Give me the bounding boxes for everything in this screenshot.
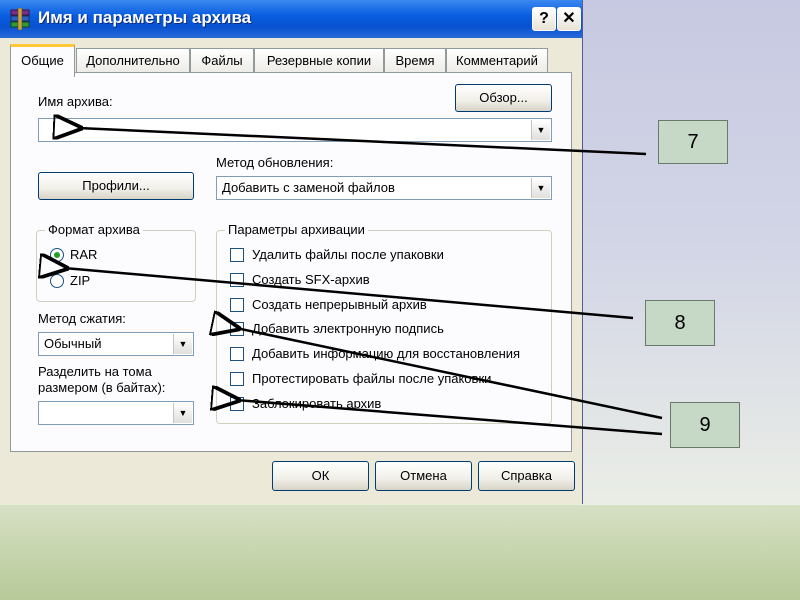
slide-background-bottom xyxy=(0,505,800,600)
radio-zip[interactable] xyxy=(50,274,64,288)
chevron-down-icon[interactable]: ▼ xyxy=(531,178,550,198)
chevron-down-icon[interactable]: ▼ xyxy=(531,120,550,140)
update-method-label: Метод обновления: xyxy=(216,155,334,170)
radio-zip-label: ZIP xyxy=(70,273,91,288)
radio-rar-label: RAR xyxy=(70,247,98,262)
winrar-app-icon xyxy=(10,8,30,30)
checkbox-digital-signature-label: Добавить электронную подпись xyxy=(252,321,444,336)
update-method-value: Добавить с заменой файлов xyxy=(222,180,395,195)
update-method-select[interactable]: Добавить с заменой файлов ▼ xyxy=(216,176,552,200)
title-bar: Имя и параметры архива ? ✕ xyxy=(0,0,582,38)
archive-name-combo[interactable]: ▼ xyxy=(38,118,552,142)
callout-9: 9 xyxy=(670,402,740,448)
checkbox-lock-archive-label: Заблокировать архив xyxy=(252,396,382,411)
tab-advanced[interactable]: Дополнительно xyxy=(76,48,190,73)
ok-button[interactable]: ОК xyxy=(272,461,369,491)
help-titlebar-button[interactable]: ? xyxy=(532,7,556,31)
tab-backup[interactable]: Резервные копии xyxy=(254,48,384,73)
chevron-down-icon[interactable]: ▼ xyxy=(173,334,192,354)
split-volumes-combo[interactable]: ▼ xyxy=(38,401,194,425)
cancel-button[interactable]: Отмена xyxy=(375,461,472,491)
help-button[interactable]: Справка xyxy=(478,461,575,491)
tab-strip: Общие Дополнительно Файлы Резервные копи… xyxy=(10,44,570,77)
archive-params-title: Параметры архивации xyxy=(225,222,368,237)
checkbox-delete-files[interactable] xyxy=(230,248,244,262)
checkbox-recovery-record[interactable] xyxy=(230,347,244,361)
checkbox-recovery-record-label: Добавить информацию для восстановления xyxy=(252,346,521,361)
compression-method-value: Обычный xyxy=(44,336,102,351)
tab-comment[interactable]: Комментарий xyxy=(446,48,548,73)
checkbox-create-sfx-label: Создать SFX-архив xyxy=(252,272,370,287)
checkbox-solid-archive[interactable] xyxy=(230,298,244,312)
close-button[interactable]: ✕ xyxy=(557,7,581,31)
checkbox-solid-archive-label: Создать непрерывный архив xyxy=(252,297,427,312)
archive-format-title: Формат архива xyxy=(45,222,143,237)
radio-rar[interactable] xyxy=(50,248,64,262)
checkbox-digital-signature[interactable] xyxy=(230,322,244,336)
checkbox-test-files-label: Протестировать файлы после упаковки xyxy=(252,371,492,386)
archive-options-dialog: Имя и параметры архива ? ✕ Общие Дополни… xyxy=(0,0,583,504)
compression-method-label: Метод сжатия: xyxy=(38,311,126,326)
tab-general[interactable]: Общие xyxy=(10,44,75,77)
checkbox-delete-files-label: Удалить файлы после упаковки xyxy=(252,247,444,262)
checkbox-lock-archive[interactable] xyxy=(230,397,244,411)
archive-format-group: Формат архива xyxy=(36,222,196,302)
checkbox-test-files[interactable] xyxy=(230,372,244,386)
checkbox-create-sfx[interactable] xyxy=(230,273,244,287)
compression-method-select[interactable]: Обычный ▼ xyxy=(38,332,194,356)
tab-time[interactable]: Время xyxy=(384,48,446,73)
chevron-down-icon[interactable]: ▼ xyxy=(173,403,192,423)
archive-name-label: Имя архива: xyxy=(38,94,113,109)
window-title: Имя и параметры архива xyxy=(38,8,252,27)
browse-button[interactable]: Обзор... xyxy=(455,84,552,112)
split-volumes-label-line2: размером (в байтах): xyxy=(38,380,166,395)
callout-8: 8 xyxy=(645,300,715,346)
callout-7: 7 xyxy=(658,120,728,164)
split-volumes-label-line1: Разделить на тома xyxy=(38,364,152,379)
tab-files[interactable]: Файлы xyxy=(190,48,254,73)
profiles-button[interactable]: Профили... xyxy=(38,172,194,200)
